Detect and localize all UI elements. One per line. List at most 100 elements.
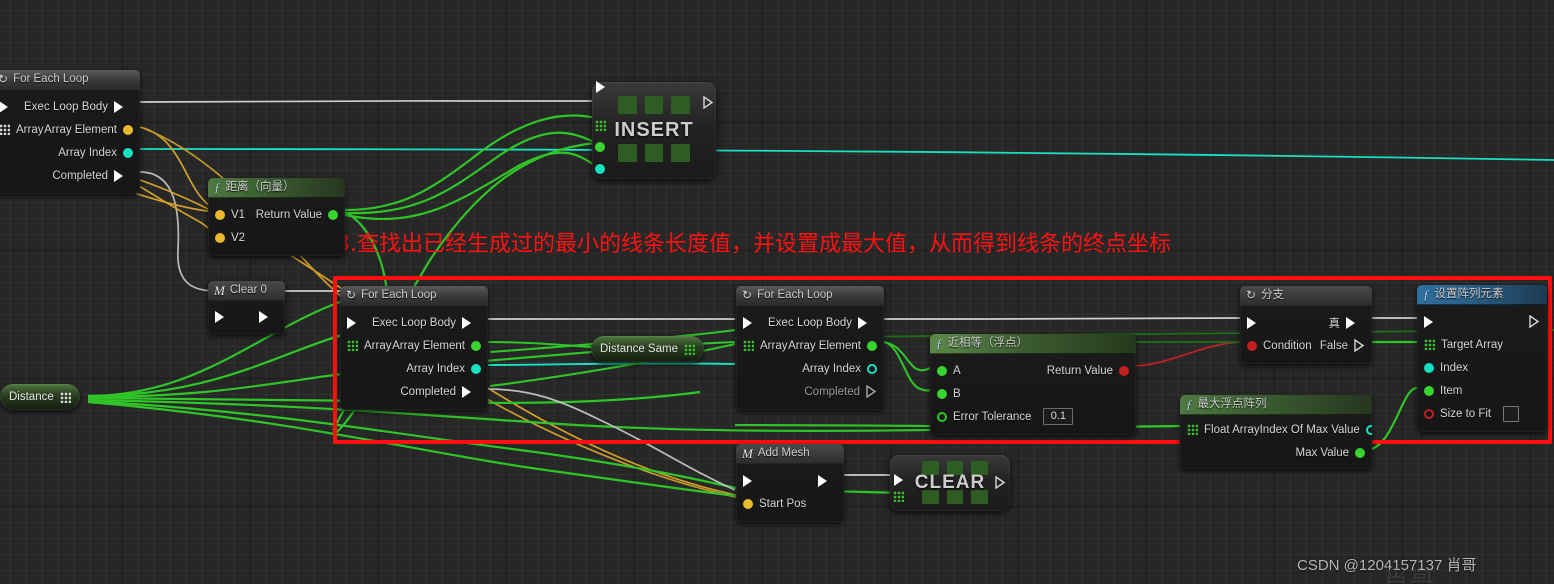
pin-label: Size to Fit [1440, 407, 1492, 420]
exec-in-pin[interactable] [743, 474, 762, 487]
exec-out-pin[interactable] [462, 316, 481, 329]
macro-icon: M [742, 446, 753, 461]
array-index-out-pin[interactable] [867, 363, 877, 374]
completed-out-pin[interactable] [462, 385, 481, 398]
pin-label: False [1319, 339, 1348, 352]
max-value-out-pin[interactable] [1355, 447, 1365, 458]
exec-in-pin[interactable] [743, 316, 762, 329]
a-in-pin[interactable] [937, 365, 947, 376]
node-header: ↻ For Each Loop [0, 70, 140, 90]
array-in-pin[interactable] [743, 340, 754, 351]
node-for-each-loop-middle[interactable]: ↻ For Each Loop Exec Loop Body Array Arr… [340, 286, 488, 410]
exec-in-pin[interactable] [1424, 315, 1443, 328]
error-tolerance-value-input[interactable]: 0.1 [1043, 408, 1074, 425]
pin-label: B [953, 387, 961, 400]
node-header: ƒ 设置阵列元素 [1417, 285, 1547, 305]
float-array-in-pin[interactable] [1187, 424, 1198, 435]
pin-label: Array [760, 339, 788, 352]
exec-out-pin[interactable] [259, 310, 278, 323]
node-header: ↻ 分支 [1240, 286, 1372, 306]
node-row: B [930, 382, 1136, 405]
return-value-out-pin[interactable] [1119, 365, 1129, 376]
node-for-each-loop-top[interactable]: ↻ For Each Loop Exec Loop Body Array Arr… [0, 70, 140, 194]
node-row: Target Array [1417, 333, 1547, 356]
error-tolerance-in-pin[interactable] [937, 411, 947, 422]
array-index-out-pin[interactable] [123, 147, 133, 158]
exec-out-pin[interactable] [703, 96, 714, 109]
index-in-pin[interactable] [1424, 362, 1434, 373]
node-set-array-elem[interactable]: ƒ 设置阵列元素 Target Array Index Item Size to… [1417, 285, 1547, 432]
exec-in-pin[interactable] [347, 316, 366, 329]
condition-in-pin[interactable] [1247, 340, 1257, 351]
node-row: Array Index [736, 357, 884, 380]
array-in-pin[interactable] [595, 120, 606, 131]
completed-out-pin[interactable] [114, 169, 133, 182]
exec-in-pin[interactable] [0, 100, 18, 113]
pin-label: 真 [1328, 317, 1341, 330]
node-clear-collapsed[interactable]: CLEAR [890, 455, 1010, 511]
v1-in-pin[interactable] [215, 209, 225, 220]
loop-icon: ↻ [346, 288, 357, 302]
node-insert-collapsed[interactable]: INSERT [592, 81, 716, 179]
exec-out-pin[interactable] [1529, 315, 1540, 328]
array-in-pin[interactable] [0, 124, 10, 135]
node-for-each-loop-right[interactable]: ↻ For Each Loop Exec Loop Body Array Arr… [736, 286, 884, 410]
node-row: Array Array Element [736, 334, 884, 357]
node-max-of-float-array[interactable]: ƒ 最大浮点阵列 Float Array Index Of Max Value … [1180, 395, 1372, 469]
exec-out-pin[interactable] [858, 316, 877, 329]
pin-label: Array [16, 123, 44, 136]
node-row: Completed [736, 380, 884, 403]
variable-get-distance[interactable]: Distance [0, 384, 80, 410]
exec-out-pin[interactable] [995, 476, 1006, 489]
return-value-out-pin[interactable] [328, 209, 338, 220]
node-row: Float Array Index Of Max Value [1180, 418, 1372, 441]
array-out-pin[interactable] [59, 391, 71, 403]
array-out-pin[interactable] [683, 343, 695, 355]
false-exec-out-pin[interactable] [1354, 339, 1365, 352]
array-element-out-pin[interactable] [471, 340, 481, 351]
exec-in-pin[interactable] [596, 81, 605, 93]
node-row: Error Tolerance 0.1 [930, 405, 1136, 428]
true-exec-out-pin[interactable] [1346, 316, 1365, 329]
pin-label: Start Pos [759, 497, 807, 510]
exec-out-pin[interactable] [114, 100, 133, 113]
item-in-pin[interactable] [1424, 385, 1434, 396]
index-of-max-out-pin[interactable] [1365, 424, 1372, 435]
macro-icon: M [214, 283, 225, 298]
cyan-in-pin[interactable] [595, 164, 605, 174]
node-add-mesh[interactable]: M Add Mesh Start Pos [736, 444, 844, 522]
pin-label: V1 [231, 208, 246, 221]
node-branch[interactable]: ↻ 分支 真 Condition False [1240, 286, 1372, 364]
variable-get-distance-same[interactable]: Distance Same [591, 336, 704, 362]
array-index-out-pin[interactable] [471, 363, 481, 374]
start-pos-in-pin[interactable] [743, 498, 753, 509]
size-to-fit-checkbox[interactable] [1503, 405, 1520, 422]
exec-out-pin[interactable] [818, 474, 837, 487]
node-row: 真 [1240, 311, 1372, 334]
array-in-pin[interactable] [347, 340, 358, 351]
collapsed-block-decor [618, 144, 690, 162]
pin-label: Exec [24, 100, 50, 113]
node-distance-vector[interactable]: ƒ 距离（向量） V1 Return Value V2 [208, 178, 345, 256]
size-to-fit-in-pin[interactable] [1424, 408, 1434, 419]
pin-label: Exec [768, 316, 794, 329]
array-element-out-pin[interactable] [867, 340, 877, 351]
exec-in-pin[interactable] [1247, 316, 1266, 329]
exec-in-pin[interactable] [894, 474, 903, 486]
node-row [208, 305, 285, 328]
target-array-in-pin[interactable] [1424, 339, 1435, 350]
blueprint-graph-canvas[interactable]: 3.查找出已经生成过的最小的线条长度值，并设置成最大值，从而得到线条的终点坐标 … [0, 0, 1554, 584]
array-element-out-pin[interactable] [123, 124, 133, 135]
node-row: Item [1417, 379, 1547, 402]
exec-in-pin[interactable] [215, 310, 234, 323]
v2-in-pin[interactable] [215, 232, 225, 243]
node-nearly-equal-float[interactable]: ƒ 近相等（浮点） A Return Value B Error Toleran… [930, 334, 1136, 435]
node-title: 距离（向量） [225, 181, 295, 193]
pin-label: Error Tolerance [953, 410, 1032, 423]
pin-label: V2 [231, 231, 246, 244]
completed-out-pin[interactable] [866, 385, 877, 398]
b-in-pin[interactable] [937, 388, 947, 399]
array-in-pin[interactable] [893, 491, 904, 502]
green-in-pin[interactable] [595, 142, 605, 152]
node-clear-0[interactable]: M Clear 0 [208, 281, 285, 334]
